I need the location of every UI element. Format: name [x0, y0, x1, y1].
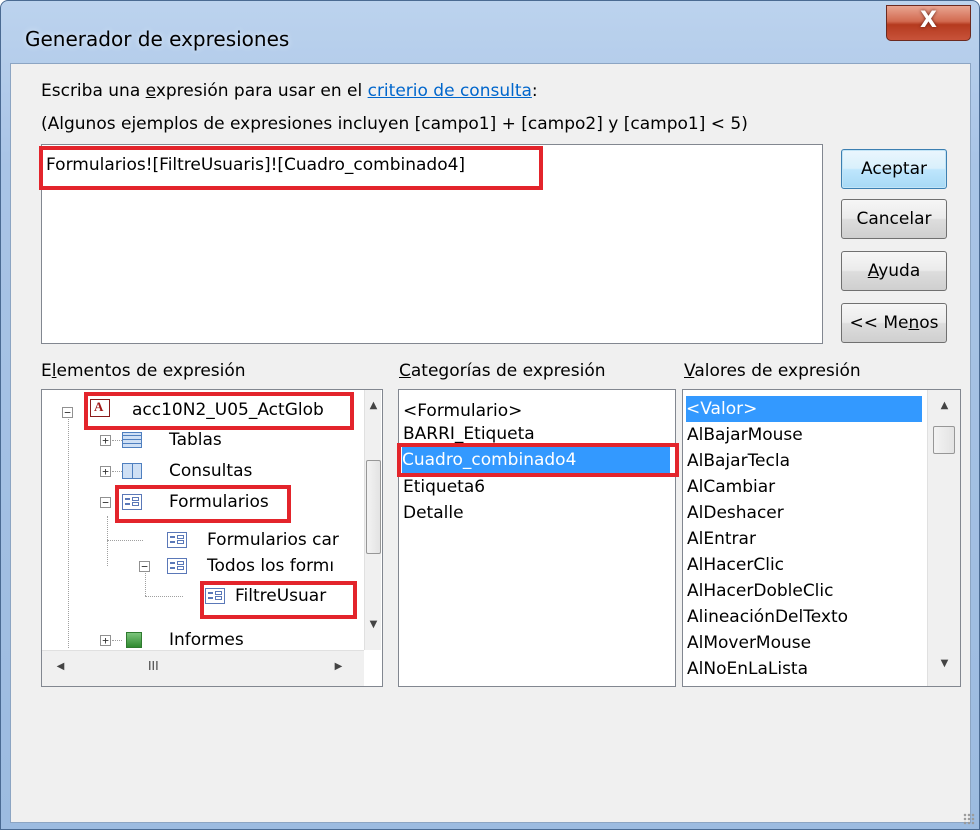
tree-item-database[interactable]: acc10N2_U05_ActGlob [132, 398, 324, 422]
help-accelerator: A [867, 261, 879, 281]
expression-builder-window: Generador de expresiones X Escriba una e… [0, 0, 980, 830]
value-item[interactable]: AlHacerClic [687, 552, 784, 578]
values-vertical-scrollbar[interactable]: ▲ ▼ [927, 390, 960, 686]
expression-value: Formularios![FiltreUsuaris]![Cuadro_comb… [46, 155, 466, 175]
expand-icon[interactable]: + [100, 435, 111, 446]
categories-label: Categorías de expresión [399, 361, 606, 381]
value-item[interactable]: AlMoverMouse [687, 630, 811, 656]
close-button[interactable]: X [886, 5, 971, 41]
expression-elements-tree[interactable]: − A acc10N2_U05_ActGlob + Tablas + Consu… [41, 389, 383, 687]
value-item-selected[interactable]: <Valor> [686, 396, 922, 422]
instruction-text: Escriba una expresión para usar en el cr… [41, 81, 538, 101]
title-bar[interactable]: Generador de expresiones X [1, 1, 979, 61]
close-icon: X [920, 8, 937, 33]
tree-line [68, 412, 69, 648]
tree-item-queries[interactable]: Consultas [169, 459, 252, 483]
value-item[interactable]: AlHacerDobleClic [687, 578, 833, 604]
scroll-down-icon[interactable]: ▼ [936, 658, 953, 669]
tree-line [112, 471, 122, 472]
window-title: Generador de expresiones [25, 27, 290, 51]
values-label: Valores de expresión [684, 361, 861, 381]
elements-label-pre: E [41, 361, 52, 381]
category-item[interactable]: Etiqueta6 [403, 474, 485, 500]
less-label-pre: << Me [849, 313, 909, 333]
elements-label-post: ementos de expresión [56, 361, 246, 381]
tree-item-loaded-forms[interactable]: Formularios car [207, 528, 339, 552]
tree-vertical-scrollbar[interactable]: ▲ ▼ [364, 390, 381, 650]
access-database-icon: A [90, 399, 110, 417]
elements-label: Elementos de expresión [41, 361, 246, 381]
instruction-prefix: Escriba una [41, 81, 146, 101]
expression-input[interactable]: Formularios![FiltreUsuaris]![Cuadro_comb… [41, 144, 823, 344]
instruction-accelerator: e [145, 81, 156, 101]
category-item[interactable]: BARRI_Etiqueta [403, 421, 535, 447]
ok-button[interactable]: Aceptar [841, 149, 947, 189]
scroll-left-icon[interactable]: ◀ [52, 661, 69, 672]
tree-line [112, 440, 122, 441]
instruction-suffix: : [531, 81, 538, 101]
collapse-icon[interactable]: − [139, 561, 150, 572]
value-item[interactable]: AlBajarTecla [687, 448, 790, 474]
value-item[interactable]: AlNoEnLaLista [687, 656, 808, 682]
value-item[interactable]: AlDeshacer [687, 500, 784, 526]
tree-item-forms[interactable]: Formularios [169, 490, 269, 514]
value-item[interactable]: AlBajarMouse [687, 422, 803, 448]
collapse-icon[interactable]: − [100, 497, 111, 508]
form-icon [167, 558, 187, 574]
tree-item-all-forms[interactable]: Todos los formı [207, 554, 334, 578]
category-item[interactable]: Detalle [403, 500, 464, 526]
tree-line [112, 640, 122, 641]
categories-label-accelerator: C [399, 361, 411, 381]
tree-line [145, 596, 183, 597]
form-icon [205, 588, 225, 604]
expand-icon[interactable]: + [100, 466, 111, 477]
tree-item-tables[interactable]: Tablas [169, 428, 222, 452]
scroll-down-icon[interactable]: ▼ [365, 619, 382, 630]
instruction-middle: xpresión para usar en el [155, 81, 368, 101]
help-button[interactable]: Ayuda [841, 251, 947, 291]
form-icon [167, 532, 187, 548]
scroll-up-icon[interactable]: ▲ [936, 400, 953, 411]
tree-line [107, 516, 108, 566]
collapse-icon[interactable]: − [62, 407, 73, 418]
values-label-accelerator: V [684, 361, 695, 381]
scroll-up-icon[interactable]: ▲ [365, 400, 382, 411]
less-button[interactable]: << Menos [841, 303, 947, 343]
value-item[interactable]: AlineaciónDelTexto [687, 604, 848, 630]
category-item-selected[interactable]: Cuadro_combinado4 [402, 447, 670, 473]
expand-icon[interactable]: + [100, 635, 111, 646]
resize-grip-icon[interactable] [963, 813, 975, 825]
help-label-rest: yuda [878, 261, 921, 281]
tree-item-filtreusuaris[interactable]: FiltreUsuar [235, 584, 326, 608]
less-label-post: os [919, 313, 939, 333]
table-icon [122, 432, 142, 448]
value-item[interactable]: AlEntrar [687, 526, 756, 552]
categories-label-rest: ategorías de expresión [410, 361, 606, 381]
scroll-thumb[interactable] [933, 426, 955, 454]
expression-categories-list[interactable]: <Formulario> BARRI_Etiqueta Cuadro_combi… [398, 389, 676, 687]
tree-horizontal-scrollbar[interactable]: ◀ III ▶ [42, 650, 364, 686]
tree-line [107, 540, 143, 541]
query-icon [122, 463, 142, 479]
query-criteria-link[interactable]: criterio de consulta [368, 81, 532, 101]
value-item[interactable]: AlCambiar [687, 474, 775, 500]
examples-text: (Algunos ejemplos de expresiones incluye… [41, 114, 748, 134]
expression-values-list[interactable]: <Valor> AlBajarMouse AlBajarTecla AlCamb… [682, 389, 961, 687]
scroll-right-icon[interactable]: ▶ [330, 661, 347, 672]
form-icon [122, 494, 142, 510]
values-label-rest: alores de expresión [694, 361, 861, 381]
cancel-button[interactable]: Cancelar [841, 199, 947, 239]
scroll-thumb[interactable] [366, 460, 381, 554]
scroll-thumb-grip[interactable]: III [148, 659, 159, 673]
report-icon [126, 632, 142, 648]
less-accelerator: n [908, 313, 920, 333]
tree-item-reports[interactable]: Informes [169, 628, 244, 652]
